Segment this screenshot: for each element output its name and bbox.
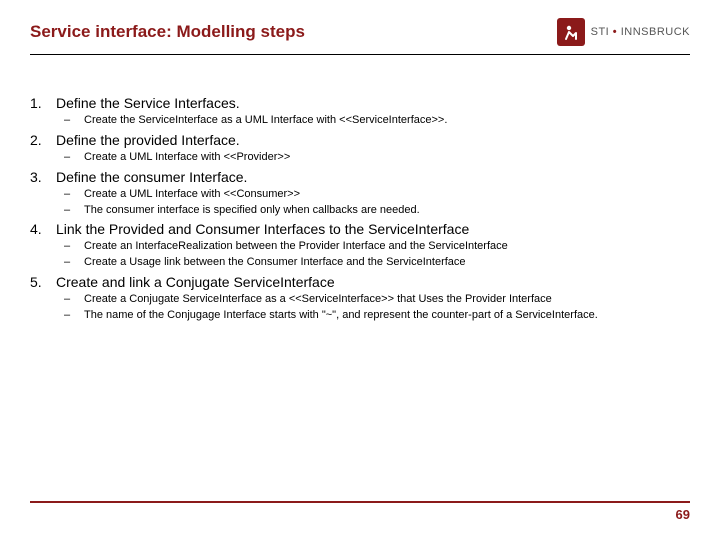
- step-title: Define the provided Interface.: [56, 132, 240, 148]
- step-title: Create and link a Conjugate ServiceInter…: [56, 274, 335, 290]
- logo: STI • INNSBRUCK: [557, 18, 690, 46]
- page-number: 69: [30, 507, 690, 522]
- slide-content: Define the Service Interfaces. Create th…: [0, 55, 720, 347]
- logo-text-post: INNSBRUCK: [621, 26, 690, 38]
- step-sub: Create an InterfaceRealization between t…: [56, 239, 690, 254]
- step-item: Create and link a Conjugate ServiceInter…: [30, 274, 690, 323]
- step-title: Link the Provided and Consumer Interface…: [56, 221, 469, 237]
- steps-list: Define the Service Interfaces. Create th…: [30, 95, 690, 323]
- footer-divider: [30, 501, 690, 503]
- step-title: Define the Service Interfaces.: [56, 95, 240, 111]
- step-item: Define the provided Interface. Create a …: [30, 132, 690, 165]
- step-sub: Create a Conjugate ServiceInterface as a…: [56, 292, 690, 307]
- logo-text-pre: STI: [591, 26, 610, 38]
- slide-title: Service interface: Modelling steps: [30, 22, 305, 42]
- sti-logo-icon: [557, 18, 585, 46]
- step-item: Define the consumer Interface. Create a …: [30, 169, 690, 218]
- step-item: Link the Provided and Consumer Interface…: [30, 221, 690, 270]
- step-sub: Create a UML Interface with <<Consumer>>: [56, 187, 690, 202]
- step-title: Define the consumer Interface.: [56, 169, 247, 185]
- step-sub: Create a UML Interface with <<Provider>>: [56, 150, 690, 165]
- step-sub: Create the ServiceInterface as a UML Int…: [56, 113, 690, 128]
- slide-header: Service interface: Modelling steps STI •…: [0, 0, 720, 54]
- slide-footer: 69: [30, 501, 690, 522]
- logo-text: STI • INNSBRUCK: [591, 26, 690, 38]
- step-sub: Create a Usage link between the Consumer…: [56, 255, 690, 270]
- step-item: Define the Service Interfaces. Create th…: [30, 95, 690, 128]
- step-sub: The consumer interface is specified only…: [56, 203, 690, 218]
- step-sub: The name of the Conjugage Interface star…: [56, 308, 690, 323]
